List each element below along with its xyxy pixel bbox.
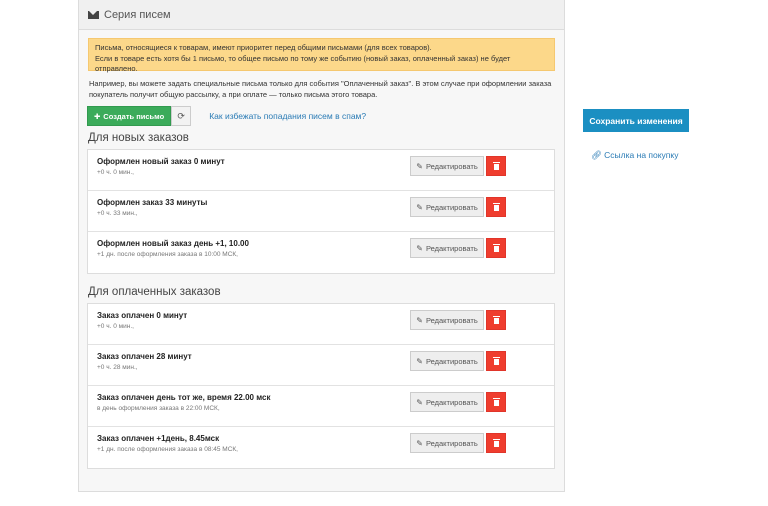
trash-icon bbox=[492, 398, 500, 406]
edit-label: Редактировать bbox=[425, 315, 478, 325]
letter-schedule: +0 ч. 28 мин., bbox=[97, 364, 138, 371]
trash-icon bbox=[492, 439, 500, 447]
letter-schedule: в день оформления заказа в 22:00 МСК, bbox=[97, 405, 220, 412]
delete-button[interactable] bbox=[486, 310, 506, 330]
list-item: Оформлен новый заказ 0 минут +0 ч. 0 мин… bbox=[88, 150, 554, 191]
paid-orders-list: Заказ оплачен 0 минут +0 ч. 0 мин., ✎ Ред… bbox=[87, 303, 555, 469]
delete-button[interactable] bbox=[486, 351, 506, 371]
delete-button[interactable] bbox=[486, 238, 506, 258]
letter-title: Оформлен новый заказ 0 минут bbox=[97, 157, 225, 166]
letter-title: Заказ оплачен день тот же, время 22.00 м… bbox=[97, 393, 271, 402]
edit-label: Редактировать bbox=[425, 356, 478, 366]
paid-orders-title: Для оплаченных заказов bbox=[88, 286, 221, 298]
toolbar: ✚ Создать письмо ⟳ Как избежать попадани… bbox=[87, 106, 556, 126]
spam-help-link[interactable]: Как избежать попадания писем в спам? bbox=[209, 111, 366, 121]
edit-icon: ✎ bbox=[416, 356, 423, 366]
edit-button[interactable]: ✎ Редактировать bbox=[410, 392, 484, 412]
trash-icon bbox=[492, 316, 500, 324]
example-note: Например, вы можете задать специальные п… bbox=[87, 78, 556, 100]
trash-icon bbox=[492, 357, 500, 365]
letter-schedule: +0 ч. 0 мин., bbox=[97, 323, 134, 330]
list-item: Оформлен новый заказ день +1, 10.00 +1 д… bbox=[88, 232, 554, 273]
plus-icon: ✚ bbox=[94, 111, 101, 121]
edit-label: Редактировать bbox=[425, 161, 478, 171]
edit-icon: ✎ bbox=[416, 202, 423, 212]
panel-title: Серия писем bbox=[104, 8, 171, 21]
edit-button[interactable]: ✎ Редактировать bbox=[410, 310, 484, 330]
priority-warning: Письма, относящиеся к товарам, имеют при… bbox=[88, 38, 555, 73]
edit-icon: ✎ bbox=[416, 243, 423, 253]
list-item: Заказ оплачен день тот же, время 22.00 м… bbox=[88, 386, 554, 427]
warning-line: Если в товаре есть хотя бы 1 письмо, то … bbox=[95, 53, 511, 63]
delete-button[interactable] bbox=[486, 197, 506, 217]
letter-title: Заказ оплачен 28 минут bbox=[97, 352, 192, 361]
purchase-link[interactable]: 🔗︎ Ссылка на покупку bbox=[591, 150, 678, 161]
panel-header: Серия писем bbox=[79, 0, 564, 30]
envelope-icon bbox=[88, 10, 99, 19]
list-item: Заказ оплачен 28 минут +0 ч. 28 мин., ✎ Р… bbox=[88, 345, 554, 386]
note-line: покупатель получит общую рассылку, а при… bbox=[89, 90, 378, 99]
warning-line: Письма, относящиеся к товарам, имеют при… bbox=[95, 43, 432, 52]
edit-button[interactable]: ✎ Редактировать bbox=[410, 351, 484, 371]
link-icon: 🔗︎ bbox=[591, 150, 602, 160]
new-orders-title: Для новых заказов bbox=[88, 132, 189, 144]
letter-schedule: +1 дн. после оформления заказа в 08:45 М… bbox=[97, 446, 238, 453]
delete-button[interactable] bbox=[486, 156, 506, 176]
edit-button[interactable]: ✎ Редактировать bbox=[410, 238, 484, 258]
note-line: Например, вы можете задать специальные п… bbox=[89, 79, 552, 88]
edit-label: Редактировать bbox=[425, 397, 478, 407]
letter-schedule: +0 ч. 0 мин., bbox=[97, 169, 134, 176]
letter-title: Заказ оплачен 0 минут bbox=[97, 311, 188, 320]
purchase-link-label: Ссылка на покупку bbox=[604, 150, 679, 160]
trash-icon bbox=[492, 203, 500, 211]
save-changes-button[interactable]: Сохранить изменения bbox=[583, 109, 689, 132]
new-orders-list: Оформлен новый заказ 0 минут +0 ч. 0 мин… bbox=[87, 149, 555, 274]
letter-title: Заказ оплачен +1день, 8.45мск bbox=[97, 434, 220, 443]
edit-icon: ✎ bbox=[416, 161, 423, 171]
create-letter-button[interactable]: ✚ Создать письмо bbox=[87, 106, 172, 126]
list-item: Заказ оплачен 0 минут +0 ч. 0 мин., ✎ Ред… bbox=[88, 304, 554, 345]
warning-line: отправлено. bbox=[95, 64, 138, 73]
refresh-button[interactable]: ⟳ bbox=[171, 106, 192, 126]
trash-icon bbox=[492, 244, 500, 252]
letter-title: Оформлен новый заказ день +1, 10.00 bbox=[97, 239, 249, 248]
edit-button[interactable]: ✎ Редактировать bbox=[410, 433, 484, 453]
delete-button[interactable] bbox=[486, 433, 506, 453]
edit-label: Редактировать bbox=[425, 438, 478, 448]
letter-title: Оформлен заказ 33 минуты bbox=[97, 198, 208, 207]
letter-series-panel: Серия писем Письма, относящиеся к товара… bbox=[78, 0, 565, 492]
list-item: Заказ оплачен +1день, 8.45мск +1 дн. пос… bbox=[88, 427, 554, 468]
edit-label: Редактировать bbox=[425, 202, 478, 212]
list-item: Оформлен заказ 33 минуты +0 ч. 33 мин., … bbox=[88, 191, 554, 232]
edit-icon: ✎ bbox=[416, 397, 423, 407]
letter-schedule: +0 ч. 33 мин., bbox=[97, 210, 138, 217]
delete-button[interactable] bbox=[486, 392, 506, 412]
edit-icon: ✎ bbox=[416, 315, 423, 325]
edit-label: Редактировать bbox=[425, 243, 478, 253]
edit-button[interactable]: ✎ Редактировать bbox=[410, 197, 484, 217]
create-letter-label: Создать письмо bbox=[103, 111, 165, 121]
trash-icon bbox=[492, 162, 500, 170]
letter-schedule: +1 дн. после оформления заказа в 10:00 М… bbox=[97, 251, 238, 258]
refresh-icon: ⟳ bbox=[177, 110, 185, 121]
edit-icon: ✎ bbox=[416, 438, 423, 448]
edit-button[interactable]: ✎ Редактировать bbox=[410, 156, 484, 176]
